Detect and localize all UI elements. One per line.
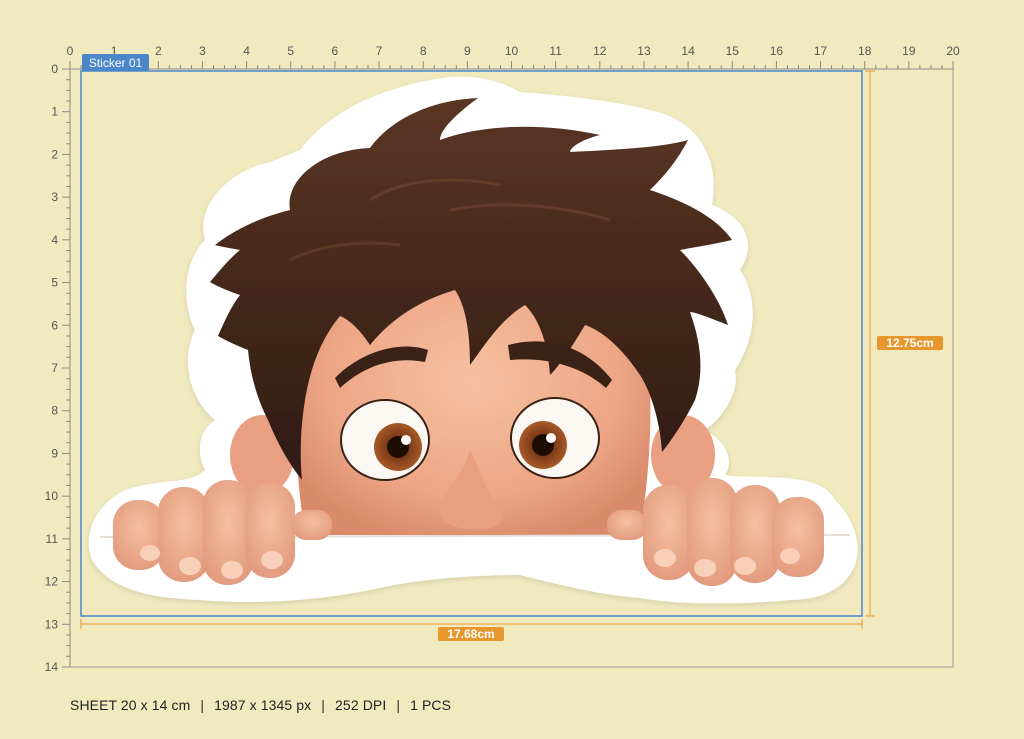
fingernail [694,559,716,577]
ruler-x-label: 15 [726,44,740,58]
fingernail [261,551,283,569]
ruler-y-label: 2 [51,147,58,161]
sheet-info-footer: SHEET 20 x 14 cm | 1987 x 1345 px | 252 DPI |… [70,697,451,713]
ruler-y-label: 6 [51,318,58,332]
ruler-x-label: 9 [464,44,471,58]
ruler-y-label: 3 [51,190,58,204]
ruler-y-label: 14 [45,660,59,674]
ruler-y-label: 4 [51,233,58,247]
fingernail [654,549,676,567]
finger [292,510,332,540]
ruler-x-label: 19 [902,44,916,58]
ruler-left: 01234567891011121314 [45,62,71,674]
ruler-x-label: 2 [155,44,162,58]
finger [113,500,165,570]
height-label: 12.75cm [886,336,933,350]
ruler-x-label: 6 [332,44,339,58]
ruler-y-label: 1 [51,105,58,119]
height-dimension: 12.75cm [865,70,943,617]
ruler-y-label: 7 [51,361,58,375]
ruler-x-label: 3 [199,44,206,58]
ruler-y-label: 0 [51,62,58,76]
right-eye-glint [546,433,556,443]
width-dimension: 17.68cm [80,619,863,641]
ruler-y-label: 11 [46,532,59,546]
ruler-x-label: 7 [376,44,383,58]
ruler-x-label: 13 [637,44,651,58]
ruler-x-label: 12 [593,44,607,58]
pixel-size-text: 1987 x 1345 px [214,697,312,713]
count-text: 1 PCS [410,697,452,713]
separator: | [321,697,326,713]
ruler-x-label: 8 [420,44,427,58]
ruler-top: 0 1 2 3 4 5 6 7 8 9 10 11 12 13 14 15 16 17 18 19 20 [67,44,960,70]
fingernail [780,548,800,564]
ruler-x-label: 18 [858,44,872,58]
ruler-x-label: 0 [67,44,74,58]
ruler-x-label: 5 [287,44,294,58]
sticker-artwork[interactable] [88,76,858,604]
fingernail [734,557,756,575]
ruler-x-label: 16 [770,44,784,58]
sticker-label: Sticker 01 [89,56,143,70]
sticker-label-badge[interactable]: Sticker 01 [82,54,149,71]
ruler-x-label: 17 [814,44,828,58]
ruler-y-label: 12 [45,575,59,589]
width-label: 17.68cm [447,627,494,641]
finger [772,497,824,577]
ruler-x-label: 4 [243,44,250,58]
ruler-y-label: 9 [51,446,58,460]
ruler-x-label: 14 [681,44,695,58]
ruler-x-label: 10 [505,44,519,58]
fingernail [140,545,160,561]
fingernail [221,561,243,579]
ruler-y-label: 8 [51,404,58,418]
sheet-size-text: SHEET 20 x 14 cm [70,697,191,713]
ruler-y-label: 13 [45,617,59,631]
ruler-x-label: 11 [549,44,562,58]
dpi-text: 252 DPI [335,697,387,713]
left-eye-glint [401,435,411,445]
finger [607,510,647,540]
ruler-y-label: 10 [45,489,59,503]
separator: | [200,697,205,713]
ruler-y-label: 5 [51,276,58,290]
ruler-x-label: 20 [946,44,960,58]
separator: | [396,697,401,713]
fingernail [179,557,201,575]
